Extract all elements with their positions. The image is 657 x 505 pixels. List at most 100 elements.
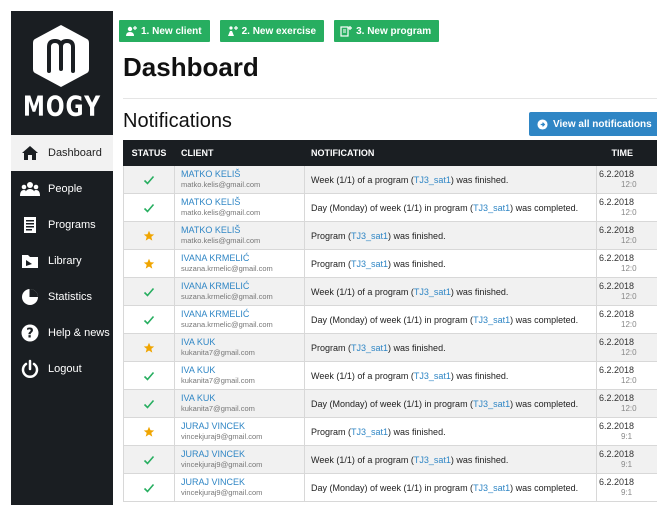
notification-time: 9:1 xyxy=(621,432,633,441)
client-name-link[interactable]: MATKO KELIŠ xyxy=(181,225,304,236)
time-cell: 6.2.2018 12:0 xyxy=(597,278,657,305)
notification-time: 9:1 xyxy=(621,460,633,469)
notification-time: 9:1 xyxy=(621,488,633,497)
star-icon xyxy=(143,258,155,269)
notification-time: 12:0 xyxy=(621,404,637,413)
program-link[interactable]: TJ3_sat1 xyxy=(414,287,451,297)
status-cell xyxy=(123,278,175,305)
header-time[interactable]: TIME xyxy=(597,140,657,166)
client-name-link[interactable]: IVA KUK xyxy=(181,365,304,376)
notification-cell: Day (Monday) of week (1/1) in program (T… xyxy=(305,474,597,501)
program-link[interactable]: TJ3_sat1 xyxy=(473,203,510,213)
status-cell xyxy=(123,446,175,473)
notification-cell: Day (Monday) of week (1/1) in program (T… xyxy=(305,390,597,417)
view-all-notifications-button[interactable]: View all notifications xyxy=(529,112,657,136)
notification-date: 6.2.2018 xyxy=(599,421,635,431)
client-name-link[interactable]: MATKO KELIŠ xyxy=(181,169,304,180)
sidebar-nav: Dashboard People Programs Library Statis… xyxy=(11,135,113,387)
program-link[interactable]: TJ3_sat1 xyxy=(414,175,451,185)
home-icon xyxy=(18,143,42,163)
program-link[interactable]: TJ3_sat1 xyxy=(473,399,510,409)
client-cell: MATKO KELIŠ matko.kelis@gmail.com xyxy=(175,166,305,193)
sidebar-item-library[interactable]: Library xyxy=(11,243,113,279)
client-cell: JURAJ VINCEK vincekjuraj9@gmail.com xyxy=(175,418,305,445)
client-name-link[interactable]: IVANA KRMELIĆ xyxy=(181,281,304,292)
notification-time: 12:0 xyxy=(621,180,637,189)
notification-cell: Program (TJ3_sat1) was finished. xyxy=(305,418,597,445)
notification-text: Week (1/1) of a program ( xyxy=(311,286,414,297)
client-email: matko.kelis@gmail.com xyxy=(181,236,261,245)
new-exercise-button[interactable]: 2. New exercise xyxy=(219,20,325,42)
sidebar-item-help[interactable]: ? Help & news xyxy=(11,315,113,351)
client-name-link[interactable]: IVA KUK xyxy=(181,337,304,348)
client-name-link[interactable]: JURAJ VINCEK xyxy=(181,477,304,488)
check-icon xyxy=(143,483,155,493)
status-cell xyxy=(123,474,175,501)
section-title: Notifications xyxy=(123,110,232,132)
client-email: kukanita7@gmail.com xyxy=(181,348,255,357)
client-name-link[interactable]: MATKO KELIŠ xyxy=(181,197,304,208)
table-row: IVA KUK kukanita7@gmail.com Day (Monday) o… xyxy=(123,390,657,418)
notification-text: ) was completed. xyxy=(510,314,579,325)
notification-date: 6.2.2018 xyxy=(599,449,635,459)
notification-text: Program ( xyxy=(311,258,352,269)
status-cell xyxy=(123,362,175,389)
time-cell: 6.2.2018 9:1 xyxy=(597,418,657,445)
client-name-link[interactable]: JURAJ VINCEK xyxy=(181,449,304,460)
notification-date: 6.2.2018 xyxy=(599,281,635,291)
client-name-link[interactable]: JURAJ VINCEK xyxy=(181,421,304,432)
program-link[interactable]: TJ3_sat1 xyxy=(473,315,510,325)
table-row: JURAJ VINCEK vincekjuraj9@gmail.com Week (… xyxy=(123,446,657,474)
notification-text: Day (Monday) of week (1/1) in program ( xyxy=(311,314,474,325)
header-client[interactable]: CLIENT xyxy=(175,140,305,166)
table-row: IVANA KRMELIĆ suzana.krmelic@gmail.com Day… xyxy=(123,306,657,334)
sidebar-item-statistics[interactable]: Statistics xyxy=(11,279,113,315)
new-client-button[interactable]: 1. New client xyxy=(119,20,210,42)
notification-date: 6.2.2018 xyxy=(599,309,635,319)
time-cell: 6.2.2018 12:0 xyxy=(597,390,657,417)
status-cell xyxy=(123,306,175,333)
sidebar-item-dashboard[interactable]: Dashboard xyxy=(11,135,113,171)
client-cell: JURAJ VINCEK vincekjuraj9@gmail.com xyxy=(175,474,305,501)
star-icon xyxy=(143,342,155,353)
status-cell xyxy=(123,418,175,445)
program-link[interactable]: TJ3_sat1 xyxy=(351,343,388,353)
program-link[interactable]: TJ3_sat1 xyxy=(414,371,451,381)
notification-time: 12:0 xyxy=(621,292,637,301)
status-cell xyxy=(123,250,175,277)
sidebar-item-programs[interactable]: Programs xyxy=(11,207,113,243)
notification-cell: Program (TJ3_sat1) was finished. xyxy=(305,222,597,249)
client-email: vincekjuraj9@gmail.com xyxy=(181,432,263,441)
client-cell: IVA KUK kukanita7@gmail.com xyxy=(175,390,305,417)
program-link[interactable]: TJ3_sat1 xyxy=(351,427,388,437)
sidebar-item-label: Help & news xyxy=(48,327,110,339)
table-row: IVA KUK kukanita7@gmail.com Week (1/1) of … xyxy=(123,362,657,390)
notification-time: 12:0 xyxy=(621,236,637,245)
notification-date: 6.2.2018 xyxy=(599,337,635,347)
program-link[interactable]: TJ3_sat1 xyxy=(351,259,388,269)
logo[interactable]: MOGY xyxy=(11,11,113,131)
program-link[interactable]: TJ3_sat1 xyxy=(351,231,388,241)
program-link[interactable]: TJ3_sat1 xyxy=(414,455,451,465)
program-link[interactable]: TJ3_sat1 xyxy=(473,483,510,493)
client-name-link[interactable]: IVA KUK xyxy=(181,393,304,404)
notification-cell: Day (Monday) of week (1/1) in program (T… xyxy=(305,194,597,221)
header-notification[interactable]: NOTIFICATION xyxy=(305,140,597,166)
header-status[interactable]: STATUS xyxy=(123,140,175,166)
new-program-button[interactable]: 3. New program xyxy=(334,20,440,42)
notification-text: ) was completed. xyxy=(510,202,579,213)
sidebar-item-people[interactable]: People xyxy=(11,171,113,207)
sidebar-item-label: Statistics xyxy=(48,291,93,303)
table-row: JURAJ VINCEK vincekjuraj9@gmail.com Day (M… xyxy=(123,474,657,502)
client-name-link[interactable]: IVANA KRMELIĆ xyxy=(181,309,304,320)
power-icon xyxy=(18,359,42,379)
client-cell: IVANA KRMELIĆ suzana.krmelic@gmail.com xyxy=(175,278,305,305)
table-header: STATUS CLIENT NOTIFICATION TIME xyxy=(123,140,657,166)
status-cell xyxy=(123,390,175,417)
divider xyxy=(123,98,657,99)
sidebar-item-logout[interactable]: Logout xyxy=(11,351,113,387)
table-row: IVANA KRMELIĆ suzana.krmelic@gmail.com Pro… xyxy=(123,250,657,278)
notification-text: ) was completed. xyxy=(510,398,579,409)
help-icon: ? xyxy=(18,323,42,343)
client-name-link[interactable]: IVANA KRMELIĆ xyxy=(181,253,304,264)
